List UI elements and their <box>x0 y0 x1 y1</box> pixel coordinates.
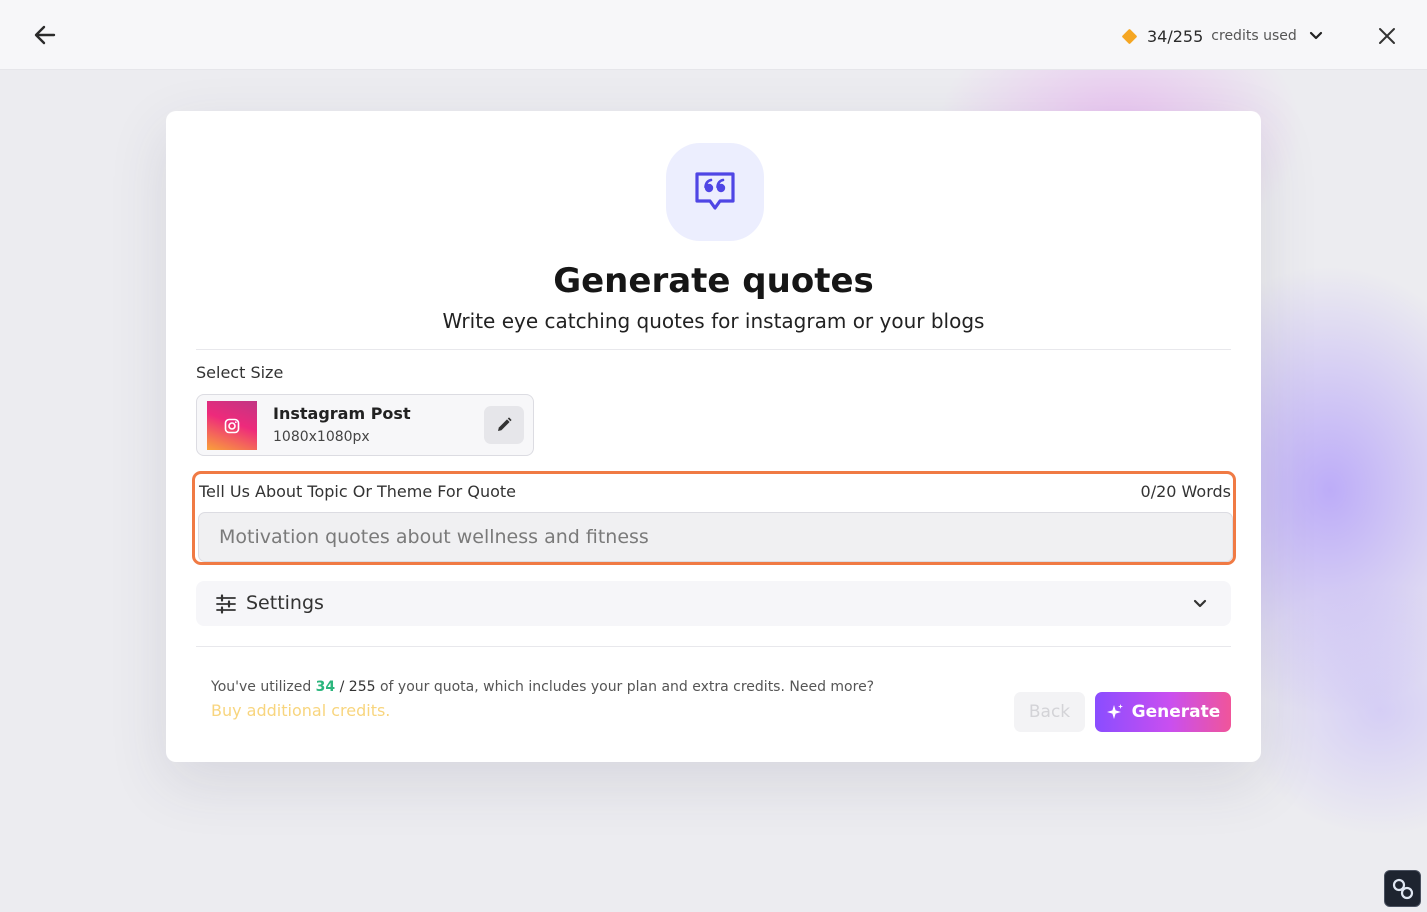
generate-button[interactable]: Generate <box>1095 692 1231 732</box>
credits-count: 34/255 <box>1147 26 1204 46</box>
generate-quotes-modal: Generate quotes Write eye catching quote… <box>166 111 1261 762</box>
page-title: Generate quotes <box>553 261 874 301</box>
credits-dropdown[interactable]: 34/255 credits used <box>1121 24 1323 48</box>
settings-label: Settings <box>246 592 324 614</box>
top-bar: 34/255 credits used <box>0 0 1427 70</box>
buy-credits-link[interactable]: Buy additional credits. <box>211 701 390 720</box>
quota-total: 255 <box>348 679 376 695</box>
back-arrow-icon[interactable] <box>32 22 58 48</box>
topic-input[interactable] <box>198 512 1233 562</box>
quota-text: You've utilized 34 / 255 of your quota, … <box>211 679 874 695</box>
quota-suffix: of your quota, which includes your plan … <box>379 679 875 695</box>
settings-accordion[interactable]: Settings <box>196 581 1231 626</box>
size-card-instagram-post[interactable]: Instagram Post 1080x1080px <box>196 394 534 456</box>
quote-bubble-icon <box>666 143 764 241</box>
divider <box>196 349 1231 350</box>
chevron-down-icon <box>1191 595 1209 613</box>
select-size-label: Select Size <box>196 363 284 382</box>
chain-link-icon[interactable] <box>1384 870 1421 907</box>
sliders-icon <box>216 594 236 614</box>
diamond-icon <box>1121 28 1138 44</box>
size-name: Instagram Post <box>273 404 411 423</box>
quota-prefix: You've utilized <box>211 679 312 695</box>
credits-label: credits used <box>1211 28 1297 44</box>
page-subtitle: Write eye catching quotes for instagram … <box>442 309 985 333</box>
quota-separator: / <box>339 679 345 695</box>
edit-size-button[interactable] <box>484 406 524 444</box>
word-count: 0/20 Words <box>1140 482 1231 501</box>
sparkle-icon <box>1106 703 1124 721</box>
topic-label: Tell Us About Topic Or Theme For Quote <box>199 482 516 501</box>
quota-used: 34 <box>315 679 336 695</box>
back-button[interactable]: Back <box>1014 692 1085 732</box>
instagram-icon <box>207 401 257 450</box>
topic-field-group: Tell Us About Topic Or Theme For Quote 0… <box>192 471 1236 565</box>
divider <box>196 646 1231 647</box>
size-dimensions: 1080x1080px <box>273 429 370 445</box>
generate-label: Generate <box>1131 702 1221 722</box>
close-icon[interactable] <box>1374 23 1400 49</box>
pencil-icon <box>495 416 513 434</box>
chevron-down-icon <box>1309 31 1323 41</box>
